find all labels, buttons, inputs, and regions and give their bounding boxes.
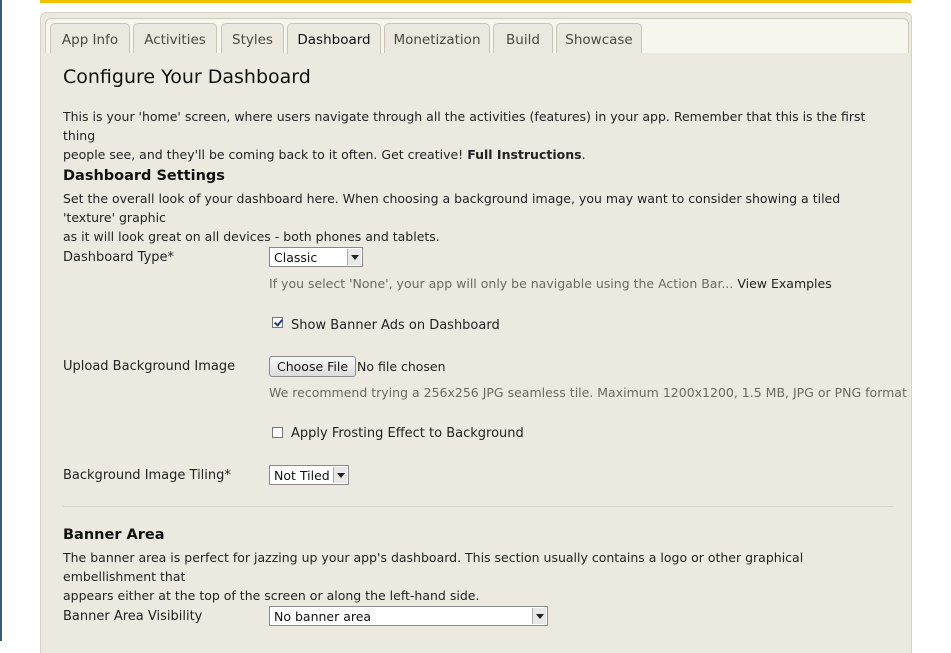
intro-line-2: people see, and they'll be coming back t… xyxy=(63,147,464,162)
tiling-value: Not Tiled xyxy=(274,468,330,483)
upload-background-label: Upload Background Image xyxy=(63,359,236,374)
frosting-checkbox[interactable] xyxy=(272,427,283,438)
chevron-down-icon xyxy=(333,467,347,483)
dashboard-type-select[interactable]: Classic xyxy=(269,247,363,267)
dashboard-type-label: Dashboard Type* xyxy=(63,250,175,265)
banner-area-desc-line-2: appears either at the top of the screen … xyxy=(63,588,480,603)
dashboard-settings-desc-line-2: as it will look great on all devices - b… xyxy=(63,229,440,244)
dashboard-settings-heading: Dashboard Settings xyxy=(63,168,225,184)
tab-styles[interactable]: Styles xyxy=(221,23,284,53)
chevron-down-icon xyxy=(532,608,546,624)
full-instructions-link[interactable]: Full Instructions xyxy=(467,147,581,162)
dashboard-type-value: Classic xyxy=(274,250,318,265)
tab-build[interactable]: Build xyxy=(493,23,553,53)
banner-visibility-label: Banner Area Visibility xyxy=(63,609,203,624)
tab-app-info[interactable]: App Info xyxy=(50,23,130,53)
intro-line-1: This is your 'home' screen, where users … xyxy=(63,109,866,143)
page-title: Configure Your Dashboard xyxy=(63,66,311,88)
frosting-label: Apply Frosting Effect to Background xyxy=(291,426,524,441)
dashboard-type-hint: If you select 'None', your app will only… xyxy=(269,276,832,291)
chevron-down-icon xyxy=(347,249,361,265)
accent-top-bar xyxy=(40,0,911,3)
dashboard-panel: App Info Activities Styles Dashboard Mon… xyxy=(40,12,912,653)
banner-visibility-value: No banner area xyxy=(274,609,372,624)
tiling-label: Background Image Tiling* xyxy=(63,468,231,483)
view-examples-link[interactable]: View Examples xyxy=(737,276,831,291)
choose-file-button[interactable]: Choose File xyxy=(269,356,357,377)
banner-ads-label: Show Banner Ads on Dashboard xyxy=(291,318,500,333)
banner-area-heading: Banner Area xyxy=(63,527,165,543)
no-file-status: No file chosen xyxy=(357,359,446,374)
banner-visibility-select[interactable]: No banner area xyxy=(269,606,548,626)
tab-dashboard[interactable]: Dashboard xyxy=(287,23,381,54)
intro-period: . xyxy=(581,147,586,162)
intro-text: This is your 'home' screen, where users … xyxy=(63,107,888,164)
dashboard-settings-desc: Set the overall look of your dashboard h… xyxy=(63,189,888,246)
banner-area-desc: The banner area is perfect for jazzing u… xyxy=(63,548,888,605)
dashboard-settings-desc-line-1: Set the overall look of your dashboard h… xyxy=(63,191,841,225)
upload-hint: We recommend trying a 256x256 JPG seamle… xyxy=(269,385,907,400)
window-left-edge xyxy=(0,0,2,641)
banner-area-desc-line-1: The banner area is perfect for jazzing u… xyxy=(63,550,804,584)
tab-monetization[interactable]: Monetization xyxy=(384,23,490,53)
section-divider xyxy=(63,506,893,507)
dashboard-type-hint-text: If you select 'None', your app will only… xyxy=(269,276,734,291)
tab-showcase[interactable]: Showcase xyxy=(556,23,642,53)
tab-activities[interactable]: Activities xyxy=(133,23,217,53)
tiling-select[interactable]: Not Tiled xyxy=(269,465,349,485)
tab-bar: App Info Activities Styles Dashboard Mon… xyxy=(45,18,909,54)
banner-ads-checkbox[interactable] xyxy=(272,317,283,328)
